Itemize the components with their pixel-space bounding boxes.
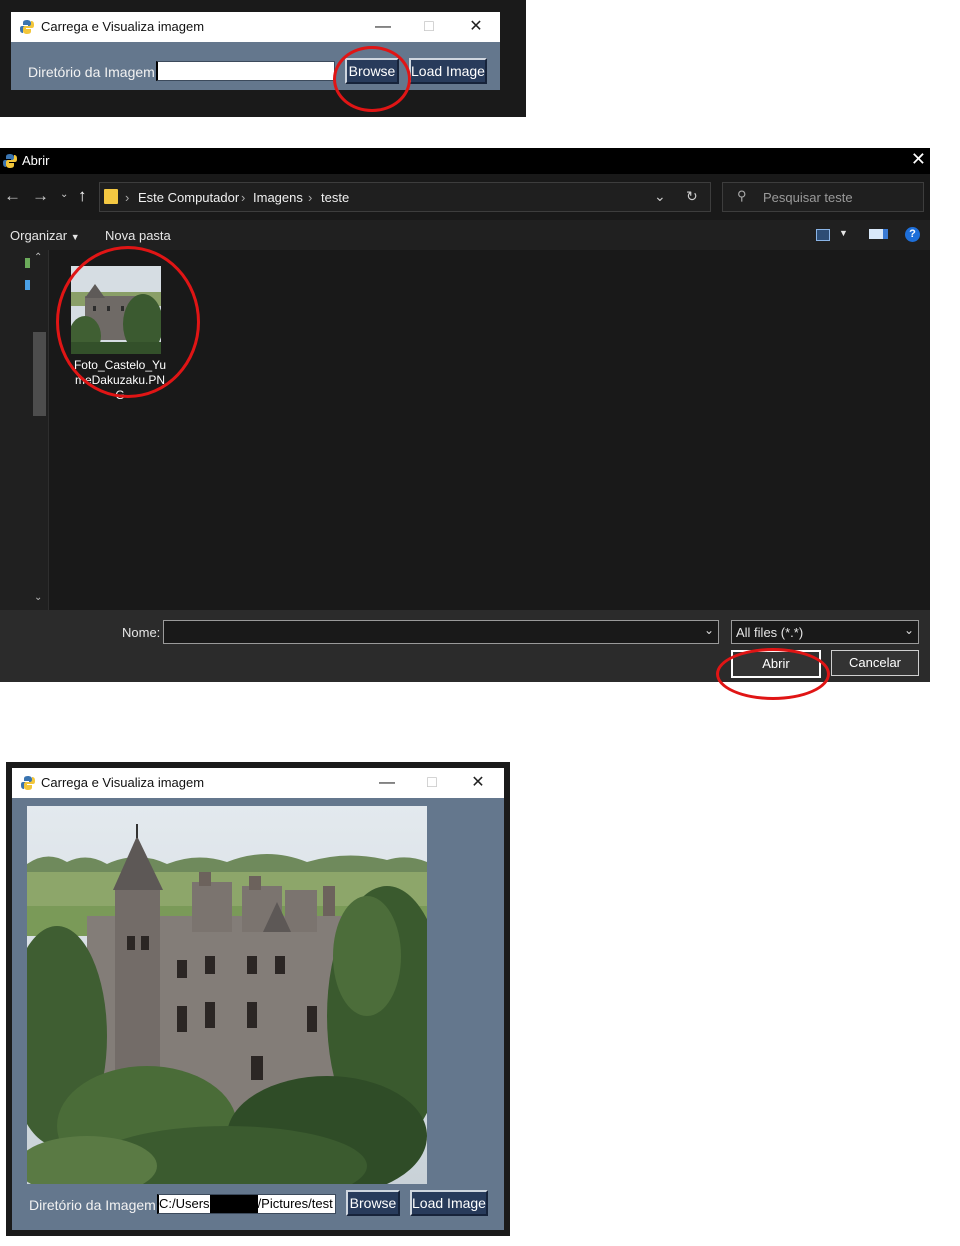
filename-input[interactable]: ⌄ bbox=[163, 620, 719, 644]
app-window-initial: Carrega e Visualiza imagem — □ ✕ Diretór… bbox=[0, 0, 526, 117]
file-name-line: Foto_Castelo_Yu bbox=[73, 358, 167, 372]
path-label: Diretório da Imagem bbox=[29, 1197, 156, 1213]
maximize-icon[interactable]: □ bbox=[409, 14, 449, 40]
chevron-down-icon[interactable]: ▼ bbox=[839, 228, 848, 238]
close-icon[interactable]: ✕ bbox=[458, 770, 498, 796]
nav-item-icon[interactable] bbox=[25, 280, 30, 290]
file-item[interactable]: Foto_Castelo_Yu meDakuzaku.PN G bbox=[70, 264, 170, 402]
window-title-bar: Carrega e Visualiza imagem — □ ✕ bbox=[11, 12, 500, 42]
up-arrow-icon[interactable]: ↑ bbox=[78, 186, 87, 206]
redacted-block bbox=[209, 1195, 258, 1213]
window-title: Carrega e Visualiza imagem bbox=[41, 19, 205, 34]
back-arrow-icon[interactable]: ← bbox=[4, 186, 21, 206]
chevron-down-icon: ▼ bbox=[70, 232, 80, 242]
open-button[interactable]: Abrir bbox=[731, 650, 821, 678]
dialog-title-bar: Abrir ✕ bbox=[0, 148, 930, 174]
search-input[interactable]: ⚲ Pesquisar teste bbox=[722, 182, 924, 212]
path-suffix: /Pictures/test bbox=[257, 1196, 333, 1211]
file-name: Foto_Castelo_Yu meDakuzaku.PN G bbox=[70, 358, 170, 403]
file-name-line: G bbox=[115, 388, 125, 402]
dialog-toolbar: Organizar ▼ Nova pasta ▼ ? bbox=[0, 220, 930, 250]
breadcrumb-separator-icon: › bbox=[125, 190, 130, 205]
filetype-value: All files (*.*) bbox=[736, 625, 804, 640]
path-prefix: C:/Users bbox=[159, 1196, 210, 1211]
chevron-down-icon[interactable]: ⌄ bbox=[904, 623, 914, 637]
scroll-down-icon[interactable]: ⌄ bbox=[34, 592, 42, 603]
search-icon: ⚲ bbox=[737, 188, 747, 203]
forward-arrow-icon[interactable]: → bbox=[32, 186, 49, 206]
maximize-icon[interactable]: □ bbox=[412, 770, 452, 796]
scrollbar-thumb[interactable] bbox=[33, 332, 46, 416]
organize-label: Organizar bbox=[10, 228, 68, 243]
name-label: Nome: bbox=[122, 625, 161, 640]
path-input[interactable] bbox=[156, 61, 335, 81]
chevron-down-icon[interactable]: ⌄ bbox=[704, 623, 714, 637]
window-title-bar: Carrega e Visualiza imagem — □ ✕ bbox=[12, 768, 504, 798]
file-thumbnail bbox=[71, 266, 161, 354]
app-window-loaded: Carrega e Visualiza imagem — □ ✕ Diretór… bbox=[6, 762, 510, 1236]
window-body: Diretório da Imagem C:/Users/Pictures/te… bbox=[12, 798, 504, 1230]
dialog-title: Abrir bbox=[22, 153, 50, 168]
load-image-button[interactable]: Load Image bbox=[410, 1190, 488, 1216]
folder-icon bbox=[104, 189, 118, 204]
close-icon[interactable]: ✕ bbox=[911, 149, 926, 170]
open-file-dialog: Abrir ✕ ← → ⌄ ↑ › Este Computador › Imag… bbox=[0, 148, 930, 700]
load-image-button[interactable]: Load Image bbox=[409, 58, 487, 84]
window-title: Carrega e Visualiza imagem bbox=[41, 775, 205, 790]
python-icon bbox=[3, 154, 17, 168]
file-name-line: meDakuzaku.PN bbox=[74, 373, 166, 387]
preview-pane-icon[interactable] bbox=[869, 229, 888, 239]
organize-menu[interactable]: Organizar ▼ bbox=[10, 228, 80, 243]
python-icon bbox=[21, 776, 35, 790]
breadcrumb-este-computador[interactable]: Este Computador bbox=[138, 190, 239, 205]
close-icon[interactable]: ✕ bbox=[456, 14, 496, 40]
recent-dropdown-icon[interactable]: ⌄ bbox=[60, 189, 68, 200]
scroll-up-icon[interactable]: ⌃ bbox=[34, 252, 42, 263]
search-placeholder: Pesquisar teste bbox=[763, 190, 853, 205]
minimize-icon[interactable]: — bbox=[363, 14, 403, 40]
browse-button[interactable]: Browse bbox=[346, 1190, 400, 1216]
path-label: Diretório da Imagem bbox=[28, 64, 155, 80]
address-bar[interactable]: › Este Computador › Imagens › teste ⌄ ↻ bbox=[99, 182, 711, 212]
chevron-down-icon[interactable]: ⌄ bbox=[654, 188, 666, 205]
path-input[interactable]: C:/Users/Pictures/test bbox=[157, 1194, 336, 1214]
view-options-icon[interactable] bbox=[816, 229, 830, 241]
breadcrumb-imagens[interactable]: Imagens bbox=[253, 190, 303, 205]
window-body: Diretório da Imagem Browse Load Image bbox=[11, 42, 500, 90]
help-icon[interactable]: ? bbox=[905, 227, 920, 242]
file-list: Foto_Castelo_Yu meDakuzaku.PN G bbox=[50, 250, 930, 610]
navigation-pane: ⌃ ⌄ bbox=[0, 250, 49, 610]
python-icon bbox=[20, 20, 34, 34]
minimize-icon[interactable]: — bbox=[367, 770, 407, 796]
nav-item-icon[interactable] bbox=[25, 258, 30, 268]
new-folder-button[interactable]: Nova pasta bbox=[105, 228, 171, 243]
breadcrumb-separator-icon: › bbox=[241, 190, 246, 205]
browse-button[interactable]: Browse bbox=[345, 58, 399, 84]
castle-image bbox=[27, 806, 427, 1184]
breadcrumb-teste[interactable]: teste bbox=[321, 190, 349, 205]
dialog-footer: Nome: ⌄ All files (*.*) ⌄ Abrir Cancelar bbox=[0, 610, 930, 682]
cancel-button[interactable]: Cancelar bbox=[831, 650, 919, 676]
refresh-icon[interactable]: ↻ bbox=[686, 188, 698, 205]
filetype-select[interactable]: All files (*.*) ⌄ bbox=[731, 620, 919, 644]
breadcrumb-separator-icon: › bbox=[308, 190, 313, 205]
